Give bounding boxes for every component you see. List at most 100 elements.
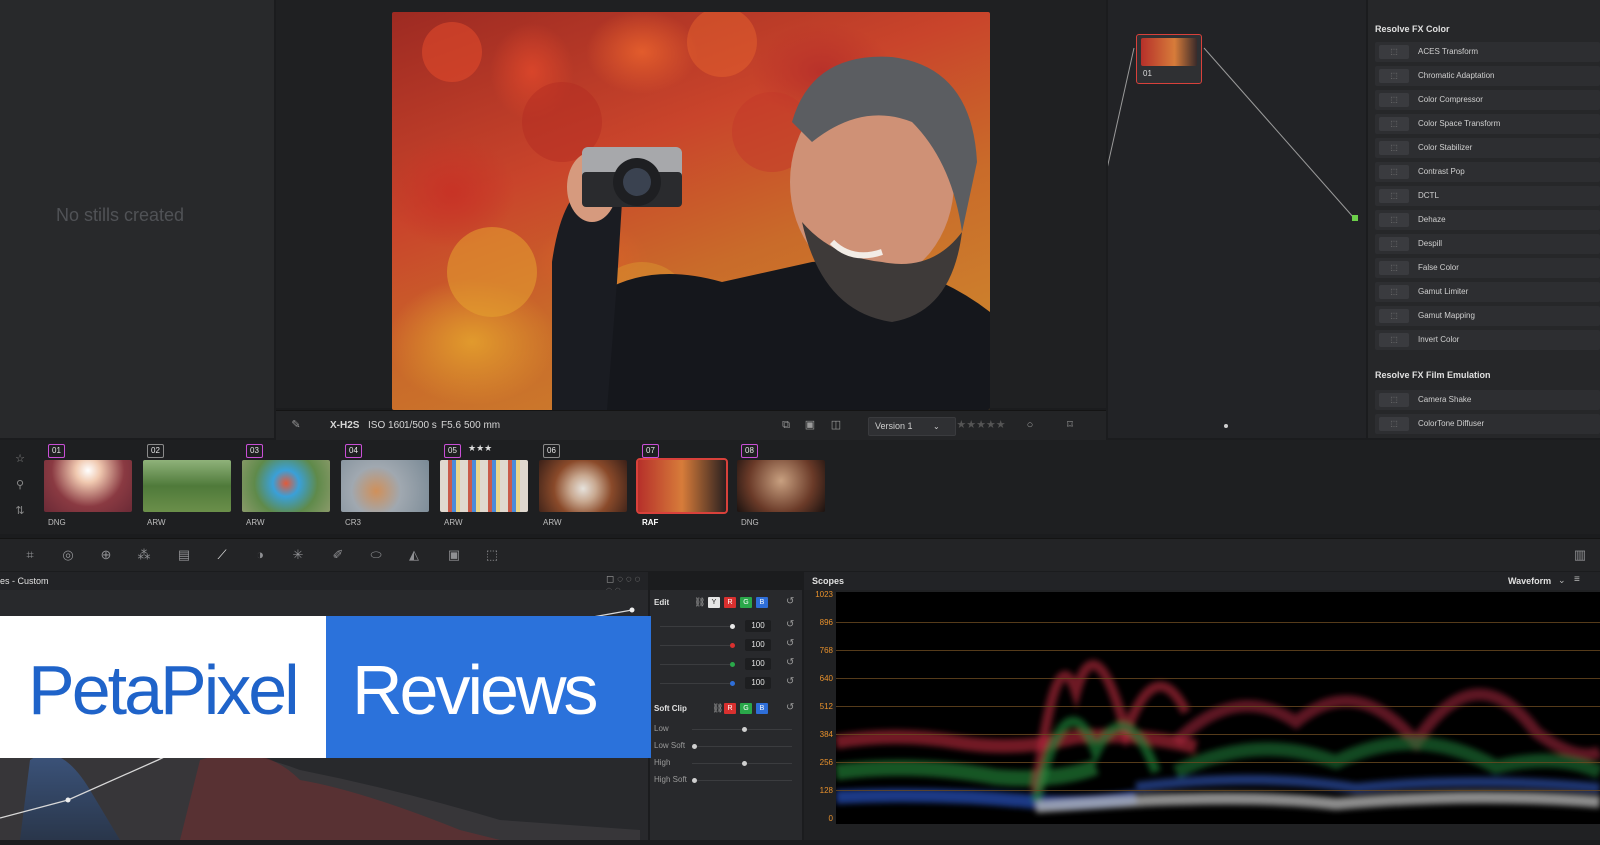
fx-item-label: Chromatic Adaptation — [1418, 71, 1495, 80]
page-dot[interactable] — [1224, 424, 1228, 428]
fx-item[interactable]: ⬚ Gamut Mapping — [1375, 306, 1600, 326]
marker-icon[interactable]: ⌑ — [1062, 418, 1078, 432]
effect-icon: ⬚ — [1379, 285, 1409, 299]
reset-icon[interactable]: ↺ — [786, 619, 794, 630]
fx-item[interactable]: ⬚ ACES Transform — [1375, 42, 1600, 62]
soft-clip-link-icon[interactable]: ⛓ — [712, 703, 723, 714]
picker-icon[interactable]: ✎ — [288, 418, 304, 432]
color-wheels-icon[interactable]: ◎ — [60, 547, 76, 563]
qualifier-icon[interactable]: ✳ — [290, 547, 306, 563]
effect-icon: ⬚ — [1379, 333, 1409, 347]
scope-settings-icon[interactable]: ≡ — [1574, 574, 1580, 585]
compare-icon[interactable]: ⧉ — [778, 418, 794, 432]
effect-icon: ⬚ — [1379, 93, 1409, 107]
channel-value-field[interactable]: 100 — [745, 677, 771, 689]
channel-g-button[interactable]: G — [740, 597, 752, 608]
primaries-icon[interactable]: ⊕ — [98, 547, 114, 563]
reset-icon[interactable]: ↺ — [786, 676, 794, 687]
chevron-down-icon[interactable]: ⌄ — [1558, 575, 1566, 586]
sizing-icon[interactable]: ⬚ — [484, 547, 500, 563]
fx-item[interactable]: ⬚ False Color — [1375, 258, 1600, 278]
soft-clip-reset-icon[interactable]: ↺ — [786, 702, 794, 713]
channel-r-button[interactable]: R — [724, 597, 736, 608]
link-icon[interactable]: ⚲ — [12, 478, 28, 494]
color-warper-icon[interactable]: ◑ — [252, 547, 268, 563]
effect-icon: ⬚ — [1379, 393, 1409, 407]
fx-item[interactable]: ⬚ Chromatic Adaptation — [1375, 66, 1600, 86]
fx-item[interactable]: ⬚ ColorTone Diffuser — [1375, 414, 1600, 434]
fx-item[interactable]: ⬚ Color Compressor — [1375, 90, 1600, 110]
channel-value-field[interactable]: 100 — [745, 658, 771, 670]
fx-item[interactable]: ⬚ DCTL — [1375, 186, 1600, 206]
clip-thumbnail[interactable] — [440, 460, 528, 512]
rgb-mixer-icon[interactable]: ▤ — [176, 547, 192, 563]
slider-knob[interactable] — [692, 744, 697, 749]
soft-clip-slider[interactable] — [692, 780, 792, 781]
slider-knob[interactable] — [730, 643, 735, 648]
channel-value-field[interactable]: 100 — [745, 620, 771, 632]
effect-icon: ⬚ — [1379, 45, 1409, 59]
scope-mode-dropdown[interactable]: Waveform — [1508, 576, 1551, 586]
channel-slider[interactable] — [660, 664, 730, 665]
slider-knob[interactable] — [730, 681, 735, 686]
flag-icon[interactable]: ○ — [1022, 418, 1038, 432]
wipe-icon[interactable]: ◫ — [828, 418, 844, 432]
clip-thumbnail[interactable] — [341, 460, 429, 512]
fx-item[interactable]: ⬚ Contrast Pop — [1375, 162, 1600, 182]
fx-item[interactable]: ⬚ Gamut Limiter — [1375, 282, 1600, 302]
channel-value-field[interactable]: 100 — [745, 639, 771, 651]
scope-toggle-icon[interactable]: ▥ — [1572, 547, 1588, 563]
clip-thumbnail[interactable] — [44, 460, 132, 512]
channel-y-button[interactable]: Y — [708, 597, 720, 608]
fx-item[interactable]: ⬚ Despill — [1375, 234, 1600, 254]
hdr-icon[interactable]: ⁂ — [136, 547, 152, 563]
fx-item-label: Color Space Transform — [1418, 119, 1501, 128]
soft-clip-g-button[interactable]: G — [740, 703, 752, 714]
slider-knob[interactable] — [742, 761, 747, 766]
version-dropdown[interactable]: Version 1 ⌄ — [868, 417, 956, 436]
fx-item[interactable]: ⬚ Color Stabilizer — [1375, 138, 1600, 158]
slider-knob[interactable] — [730, 624, 735, 629]
channel-b-button[interactable]: B — [756, 597, 768, 608]
reset-icon[interactable]: ↺ — [786, 596, 794, 607]
soft-clip-r-button[interactable]: R — [724, 703, 736, 714]
clip-thumbnail[interactable] — [539, 460, 627, 512]
slider-knob[interactable] — [692, 778, 697, 783]
slider-knob[interactable] — [742, 727, 747, 732]
channel-slider[interactable] — [660, 683, 730, 684]
soft-clip-slider[interactable] — [692, 746, 792, 747]
clip-thumbnail[interactable] — [242, 460, 330, 512]
key-icon[interactable]: ▣ — [446, 547, 462, 563]
clip-thumbnail[interactable] — [737, 460, 825, 512]
fx-item[interactable]: ⬚ Camera Shake — [1375, 390, 1600, 410]
reset-icon[interactable]: ↺ — [786, 638, 794, 649]
fx-item[interactable]: ⬚ Dehaze — [1375, 210, 1600, 230]
effect-icon: ⬚ — [1379, 69, 1409, 83]
crop-icon[interactable]: ⌗ — [22, 547, 38, 563]
fx-item-label: Contrast Pop — [1418, 167, 1465, 176]
reset-icon[interactable]: ↺ — [786, 657, 794, 668]
soft-clip-b-button[interactable]: B — [756, 703, 768, 714]
slider-knob[interactable] — [730, 662, 735, 667]
curves-header: es - Custom ◻ ◌ ◌ ◌ ◌ ◌ — [0, 572, 648, 596]
star-icon[interactable]: ☆ — [12, 452, 28, 468]
clip-thumbnail[interactable] — [636, 458, 728, 514]
viewer-image[interactable] — [392, 12, 990, 410]
aperture-value: F5.6 — [441, 420, 462, 431]
link-channels-icon[interactable]: ⛓ — [694, 597, 705, 608]
image-icon[interactable]: ▣ — [802, 418, 818, 432]
curves-icon[interactable]: ⟋ — [214, 547, 230, 563]
sort-icon[interactable]: ⇅ — [12, 504, 28, 520]
channel-slider[interactable] — [660, 626, 730, 627]
tracker-icon[interactable]: ◭ — [406, 547, 422, 563]
fx-item[interactable]: ⬚ Color Space Transform — [1375, 114, 1600, 134]
channel-slider[interactable] — [660, 645, 730, 646]
clip-thumbnail[interactable] — [143, 460, 231, 512]
window-icon[interactable]: ⬭ — [368, 547, 384, 563]
rating-stars-icon[interactable]: ★★★★★ — [956, 418, 1006, 432]
petapixel-logo: PetaPixel — [0, 616, 326, 758]
fx-item[interactable]: ⬚ Invert Color — [1375, 330, 1600, 350]
eyedropper-icon[interactable]: ✐ — [330, 547, 346, 563]
portrait-photo — [422, 12, 990, 410]
node-01[interactable]: 01 — [1136, 34, 1202, 84]
